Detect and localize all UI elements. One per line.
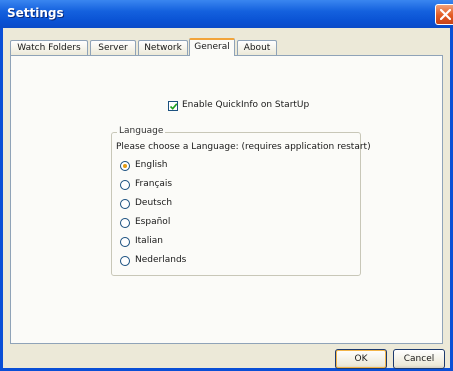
window-title: Settings: [7, 6, 64, 20]
quickinfo-checkbox[interactable]: [168, 101, 178, 111]
radio-button[interactable]: [120, 256, 130, 266]
radio-label[interactable]: Français: [135, 179, 172, 189]
radio-selected-dot: [123, 164, 127, 168]
language-legend: Language: [117, 126, 166, 136]
dialog-body: Watch Folders Server Network General Abo…: [3, 28, 450, 369]
settings-window: Settings Watch Folders Server Network Ge…: [0, 0, 453, 371]
close-button[interactable]: [435, 4, 453, 25]
radio-button[interactable]: [120, 161, 130, 171]
radio-label[interactable]: Deutsch: [135, 198, 172, 208]
general-tab-panel: Enable QuickInfo on StartUp Language Ple…: [10, 55, 443, 344]
tab-server[interactable]: Server: [90, 40, 136, 55]
tab-network[interactable]: Network: [138, 40, 188, 55]
ok-button[interactable]: OK: [335, 349, 387, 369]
tab-general[interactable]: General: [189, 38, 235, 56]
cancel-button[interactable]: Cancel: [393, 349, 445, 369]
close-icon: [440, 9, 451, 20]
tab-about[interactable]: About: [237, 40, 277, 55]
language-groupbox: Language Please choose a Language: (requ…: [111, 126, 371, 276]
title-bar[interactable]: Settings: [0, 0, 453, 28]
radio-label[interactable]: Español: [135, 217, 170, 227]
language-prompt: Please choose a Language: (requires appl…: [116, 142, 371, 152]
tab-watch-folders[interactable]: Watch Folders: [10, 40, 88, 55]
radio-label[interactable]: Nederlands: [135, 255, 186, 265]
radio-button[interactable]: [120, 180, 130, 190]
radio-button[interactable]: [120, 237, 130, 247]
radio-button[interactable]: [120, 199, 130, 209]
radio-label[interactable]: English: [135, 160, 168, 170]
radio-button[interactable]: [120, 218, 130, 228]
quickinfo-label[interactable]: Enable QuickInfo on StartUp: [182, 100, 309, 110]
checkmark-icon: [169, 103, 178, 110]
radio-label[interactable]: Italian: [135, 236, 163, 246]
